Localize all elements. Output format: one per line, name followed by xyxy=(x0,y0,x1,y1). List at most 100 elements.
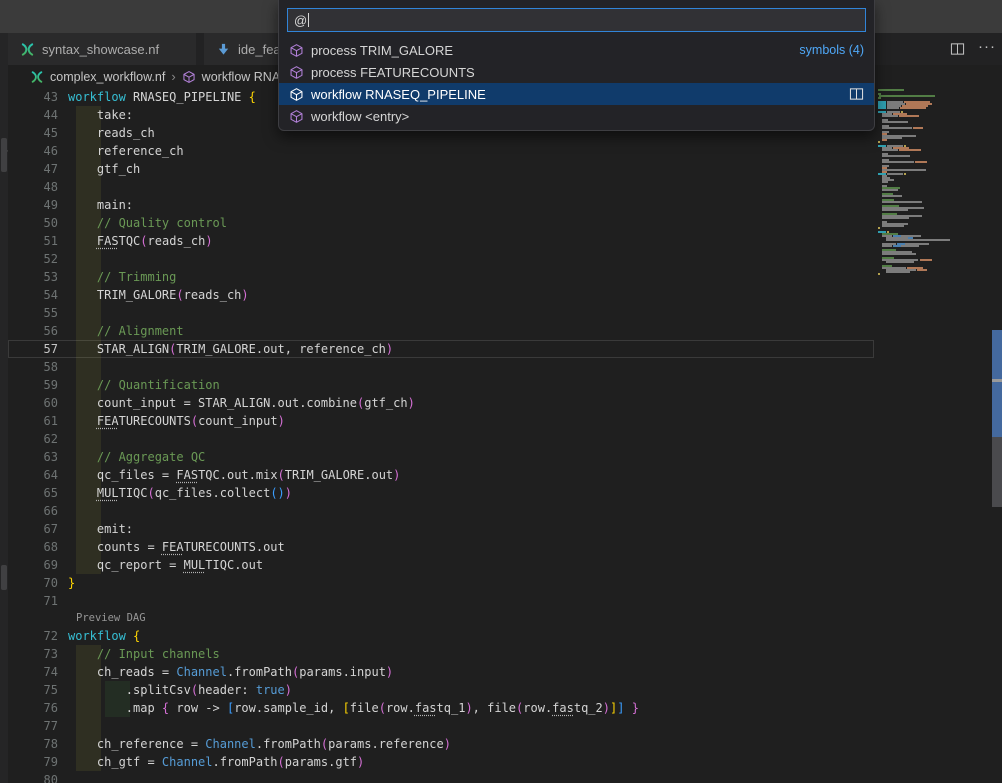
line-number: 58 xyxy=(8,358,68,376)
quick-open-item[interactable]: workflow <entry> xyxy=(279,105,874,127)
left-pane-marker xyxy=(1,565,7,590)
code-text xyxy=(68,304,874,322)
code-line[interactable]: 63 // Aggregate QC xyxy=(8,448,874,466)
code-line[interactable]: 55 xyxy=(8,304,874,322)
codelens-preview-dag[interactable]: Preview DAG xyxy=(8,610,874,627)
code-line[interactable]: 47 gtf_ch xyxy=(8,160,874,178)
code-text xyxy=(68,502,874,520)
code-text: ch_gtf = Channel.fromPath(params.gtf) xyxy=(68,753,874,771)
line-number: 53 xyxy=(8,268,68,286)
code-line[interactable]: 57 STAR_ALIGN(TRIM_GALORE.out, reference… xyxy=(8,340,874,358)
overview-ruler-range-highlight xyxy=(992,330,1002,437)
code-line[interactable]: 74 ch_reads = Channel.fromPath(params.in… xyxy=(8,663,874,681)
code-text: workflow { xyxy=(68,627,874,645)
line-number: 50 xyxy=(8,214,68,232)
code-text xyxy=(68,592,874,610)
line-number: 79 xyxy=(8,753,68,771)
code-line[interactable]: 70} xyxy=(8,574,874,592)
quick-open-item-label: workflow <entry> xyxy=(311,109,409,124)
code-line[interactable]: 71 xyxy=(8,592,874,610)
code-text: gtf_ch xyxy=(68,160,874,178)
code-line[interactable]: 58 xyxy=(8,358,874,376)
scrollbar-thumb[interactable] xyxy=(992,437,1002,507)
code-line[interactable]: 46 reference_ch xyxy=(8,142,874,160)
code-line[interactable]: 73 // Input channels xyxy=(8,645,874,663)
line-number: 52 xyxy=(8,250,68,268)
code-text: ch_reads = Channel.fromPath(params.input… xyxy=(68,663,874,681)
code-text: qc_report = MULTIQC.out xyxy=(68,556,874,574)
code-line[interactable]: 61 FEATURECOUNTS(count_input) xyxy=(8,412,874,430)
line-number: 43 xyxy=(8,88,68,106)
line-number: 51 xyxy=(8,232,68,250)
code-line[interactable]: 62 xyxy=(8,430,874,448)
line-number: 72 xyxy=(8,627,68,645)
code-line[interactable]: 72workflow { xyxy=(8,627,874,645)
tab-syntax-showcase[interactable]: syntax_showcase.nf xyxy=(8,33,196,65)
minimap[interactable] xyxy=(878,89,988,749)
code-line[interactable]: 76 .map { row -> [row.sample_id, [file(r… xyxy=(8,699,874,717)
code-text: count_input = STAR_ALIGN.out.combine(gtf… xyxy=(68,394,874,412)
code-text: FASTQC(reads_ch) xyxy=(68,232,874,250)
code-line[interactable]: 48 xyxy=(8,178,874,196)
breadcrumb-file[interactable]: complex_workflow.nf xyxy=(50,70,165,84)
code-text xyxy=(68,717,874,735)
line-number: 70 xyxy=(8,574,68,592)
quick-open-item[interactable]: process TRIM_GALOREsymbols (4) xyxy=(279,39,874,61)
line-number: 45 xyxy=(8,124,68,142)
code-text: // Alignment xyxy=(68,322,874,340)
code-text xyxy=(68,430,874,448)
code-line[interactable]: 79 ch_gtf = Channel.fromPath(params.gtf) xyxy=(8,753,874,771)
code-line[interactable]: 65 MULTIQC(qc_files.collect()) xyxy=(8,484,874,502)
code-line[interactable]: 66 xyxy=(8,502,874,520)
more-actions-button[interactable]: ··· xyxy=(978,38,996,61)
left-pane-edge: ··· xyxy=(0,33,8,783)
code-text: .splitCsv(header: true) xyxy=(68,681,874,699)
code-line[interactable]: 54 TRIM_GALORE(reads_ch) xyxy=(8,286,874,304)
split-editor-button[interactable] xyxy=(948,40,966,58)
code-line[interactable]: 67 emit: xyxy=(8,520,874,538)
symbol-namespace-cube-icon xyxy=(289,109,304,124)
code-line[interactable]: 59 // Quantification xyxy=(8,376,874,394)
code-line[interactable]: 64 qc_files = FASTQC.out.mix(TRIM_GALORE… xyxy=(8,466,874,484)
symbol-namespace-cube-icon xyxy=(182,70,196,84)
code-line[interactable]: 69 qc_report = MULTIQC.out xyxy=(8,556,874,574)
code-line[interactable]: 60 count_input = STAR_ALIGN.out.combine(… xyxy=(8,394,874,412)
code-line[interactable]: 80 xyxy=(8,771,874,783)
code-editor[interactable]: 43workflow RNASEQ_PIPELINE {44 take:45 r… xyxy=(8,88,874,783)
code-text: FEATURECOUNTS(count_input) xyxy=(68,412,874,430)
code-line[interactable]: 53 // Trimming xyxy=(8,268,874,286)
left-pane-scrollbar-thumb[interactable] xyxy=(1,138,7,172)
line-number: 44 xyxy=(8,106,68,124)
code-line[interactable]: 50 // Quality control xyxy=(8,214,874,232)
quick-open-item[interactable]: process FEATURECOUNTS xyxy=(279,61,874,83)
line-number: 46 xyxy=(8,142,68,160)
code-text: // Quality control xyxy=(68,214,874,232)
overview-ruler xyxy=(992,88,1002,783)
code-text: } xyxy=(68,574,874,592)
code-line[interactable]: 56 // Alignment xyxy=(8,322,874,340)
overview-ruler-currentline-marker xyxy=(992,379,1002,382)
code-line[interactable]: 78 ch_reference = Channel.fromPath(param… xyxy=(8,735,874,753)
quick-open-input[interactable]: @ xyxy=(287,8,866,32)
line-number: 73 xyxy=(8,645,68,663)
code-text: // Quantification xyxy=(68,376,874,394)
line-number: 67 xyxy=(8,520,68,538)
line-number: 65 xyxy=(8,484,68,502)
line-number: 63 xyxy=(8,448,68,466)
line-number: 78 xyxy=(8,735,68,753)
code-text xyxy=(68,250,874,268)
chevron-right-icon: › xyxy=(171,69,175,84)
code-line[interactable]: 52 xyxy=(8,250,874,268)
code-line[interactable]: 68 counts = FEATURECOUNTS.out xyxy=(8,538,874,556)
code-line[interactable]: 77 xyxy=(8,717,874,735)
symbols-count-badge: symbols (4) xyxy=(799,43,864,57)
code-line[interactable]: 75 .splitCsv(header: true) xyxy=(8,681,874,699)
code-line[interactable]: 49 main: xyxy=(8,196,874,214)
quick-open-results: process TRIM_GALOREsymbols (4)process FE… xyxy=(279,32,874,127)
quick-open-item[interactable]: workflow RNASEQ_PIPELINE xyxy=(279,83,874,105)
code-text xyxy=(68,178,874,196)
code-line[interactable]: 51 FASTQC(reads_ch) xyxy=(8,232,874,250)
code-text xyxy=(68,358,874,376)
line-number: 66 xyxy=(8,502,68,520)
open-to-side-button[interactable] xyxy=(849,87,864,101)
